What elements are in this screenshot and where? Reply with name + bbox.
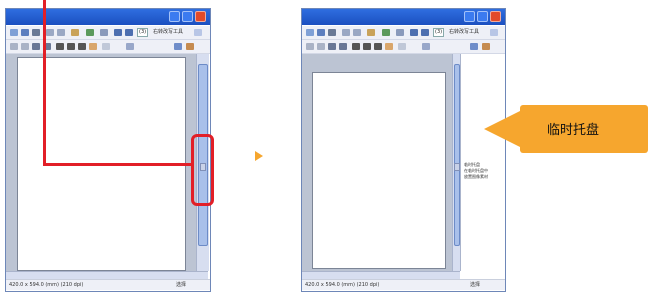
brush-icon[interactable]	[339, 43, 347, 50]
ellipse-icon[interactable]	[78, 43, 86, 50]
manuscript-page[interactable]	[312, 72, 446, 269]
print-icon[interactable]	[32, 29, 40, 36]
tray-splitter-handle[interactable]	[454, 163, 460, 171]
close-button[interactable]	[490, 11, 501, 22]
tool-preset-label[interactable]: 右转改写工具	[153, 28, 183, 36]
maximize-button[interactable]	[182, 11, 193, 22]
layer-icon[interactable]	[367, 29, 375, 36]
step-arrow-icon	[255, 151, 263, 161]
undo-icon[interactable]	[46, 29, 54, 36]
lasso-icon[interactable]	[21, 43, 29, 50]
tray-callout-label: 临时托盘	[547, 123, 600, 138]
palette-icon[interactable]	[482, 43, 490, 50]
hand-icon[interactable]	[385, 43, 393, 50]
select-icon[interactable]	[396, 29, 404, 36]
pointer-line-horizontal	[43, 163, 193, 166]
move-tool-icon[interactable]	[306, 43, 314, 50]
splitter-highlight-frame	[191, 134, 214, 206]
undo-icon[interactable]	[342, 29, 350, 36]
canvas-size-text: 420.0 x 594.0 (mm) (210 dpi)	[9, 282, 84, 288]
tray-hint-line-1: 在临时托盘中	[464, 168, 488, 173]
move-tool-icon[interactable]	[10, 43, 18, 50]
color-icon[interactable]	[382, 29, 390, 36]
tray-title: 临时托盘	[464, 162, 480, 167]
zoom-out-icon[interactable]	[421, 29, 429, 36]
open-icon[interactable]	[10, 29, 18, 36]
mode-text: 选择	[470, 282, 481, 288]
palette-icon[interactable]	[186, 43, 194, 50]
tool-preset-label[interactable]: 右转改写工具	[449, 28, 479, 36]
right-toolbar-top: (3) 右转改写工具	[302, 26, 505, 40]
select-icon[interactable]	[100, 29, 108, 36]
zoom-out-icon[interactable]	[125, 29, 133, 36]
pen-icon[interactable]	[328, 43, 336, 50]
text-tool-icon[interactable]	[398, 43, 406, 50]
dropdown-icon[interactable]	[490, 29, 498, 36]
ruler-icon[interactable]	[422, 43, 430, 50]
minimize-button[interactable]	[169, 11, 180, 22]
color-icon[interactable]	[86, 29, 94, 36]
print-icon[interactable]	[328, 29, 336, 36]
rectangle-icon[interactable]	[363, 43, 371, 50]
right-canvas-area[interactable]	[302, 54, 452, 271]
right-app-window: (3) 右转改写工具 临时托盘 在临时托盘中 放置图像素材 420.0 x 59…	[301, 8, 506, 292]
layers-panel-icon[interactable]	[174, 43, 182, 50]
zoom-level[interactable]: (3)	[137, 28, 149, 37]
zoom-in-icon[interactable]	[410, 29, 418, 36]
close-button[interactable]	[195, 11, 206, 22]
right-status-bar: 420.0 x 594.0 (mm) (210 dpi) 选择	[302, 279, 505, 290]
maximize-button[interactable]	[477, 11, 488, 22]
zoom-level[interactable]: (3)	[433, 28, 445, 37]
layer-icon[interactable]	[71, 29, 79, 36]
zoom-in-icon[interactable]	[114, 29, 122, 36]
minimize-button[interactable]	[464, 11, 475, 22]
temporary-tray-panel[interactable]: 临时托盘 在临时托盘中 放置图像素材	[460, 54, 504, 271]
save-icon[interactable]	[21, 29, 29, 36]
open-icon[interactable]	[306, 29, 314, 36]
dropdown-icon[interactable]	[194, 29, 202, 36]
layers-panel-icon[interactable]	[470, 43, 478, 50]
left-title-bar[interactable]	[6, 9, 210, 25]
line-icon[interactable]	[56, 43, 64, 50]
left-status-bar: 420.0 x 594.0 (mm) (210 dpi) 选择	[6, 279, 210, 290]
mode-text: 选择	[176, 282, 187, 288]
pointer-line-vertical	[43, 0, 46, 166]
redo-icon[interactable]	[57, 29, 65, 36]
save-icon[interactable]	[317, 29, 325, 36]
pen-icon[interactable]	[32, 43, 40, 50]
left-toolbar-top: (3) 右转改写工具	[6, 26, 210, 40]
ruler-icon[interactable]	[126, 43, 134, 50]
canvas-size-text: 420.0 x 594.0 (mm) (210 dpi)	[305, 282, 380, 288]
left-toolbar-tools	[6, 40, 210, 54]
hand-icon[interactable]	[89, 43, 97, 50]
rectangle-icon[interactable]	[67, 43, 75, 50]
left-app-window: (3) 右转改写工具 420.0 x 594.0 (mm) (210 dpi) …	[5, 8, 211, 292]
lasso-icon[interactable]	[317, 43, 325, 50]
line-icon[interactable]	[352, 43, 360, 50]
ellipse-icon[interactable]	[374, 43, 382, 50]
text-tool-icon[interactable]	[102, 43, 110, 50]
redo-icon[interactable]	[353, 29, 361, 36]
right-toolbar-tools	[302, 40, 505, 54]
right-title-bar[interactable]	[302, 9, 505, 25]
tray-hint-line-2: 放置图像素材	[464, 174, 488, 179]
